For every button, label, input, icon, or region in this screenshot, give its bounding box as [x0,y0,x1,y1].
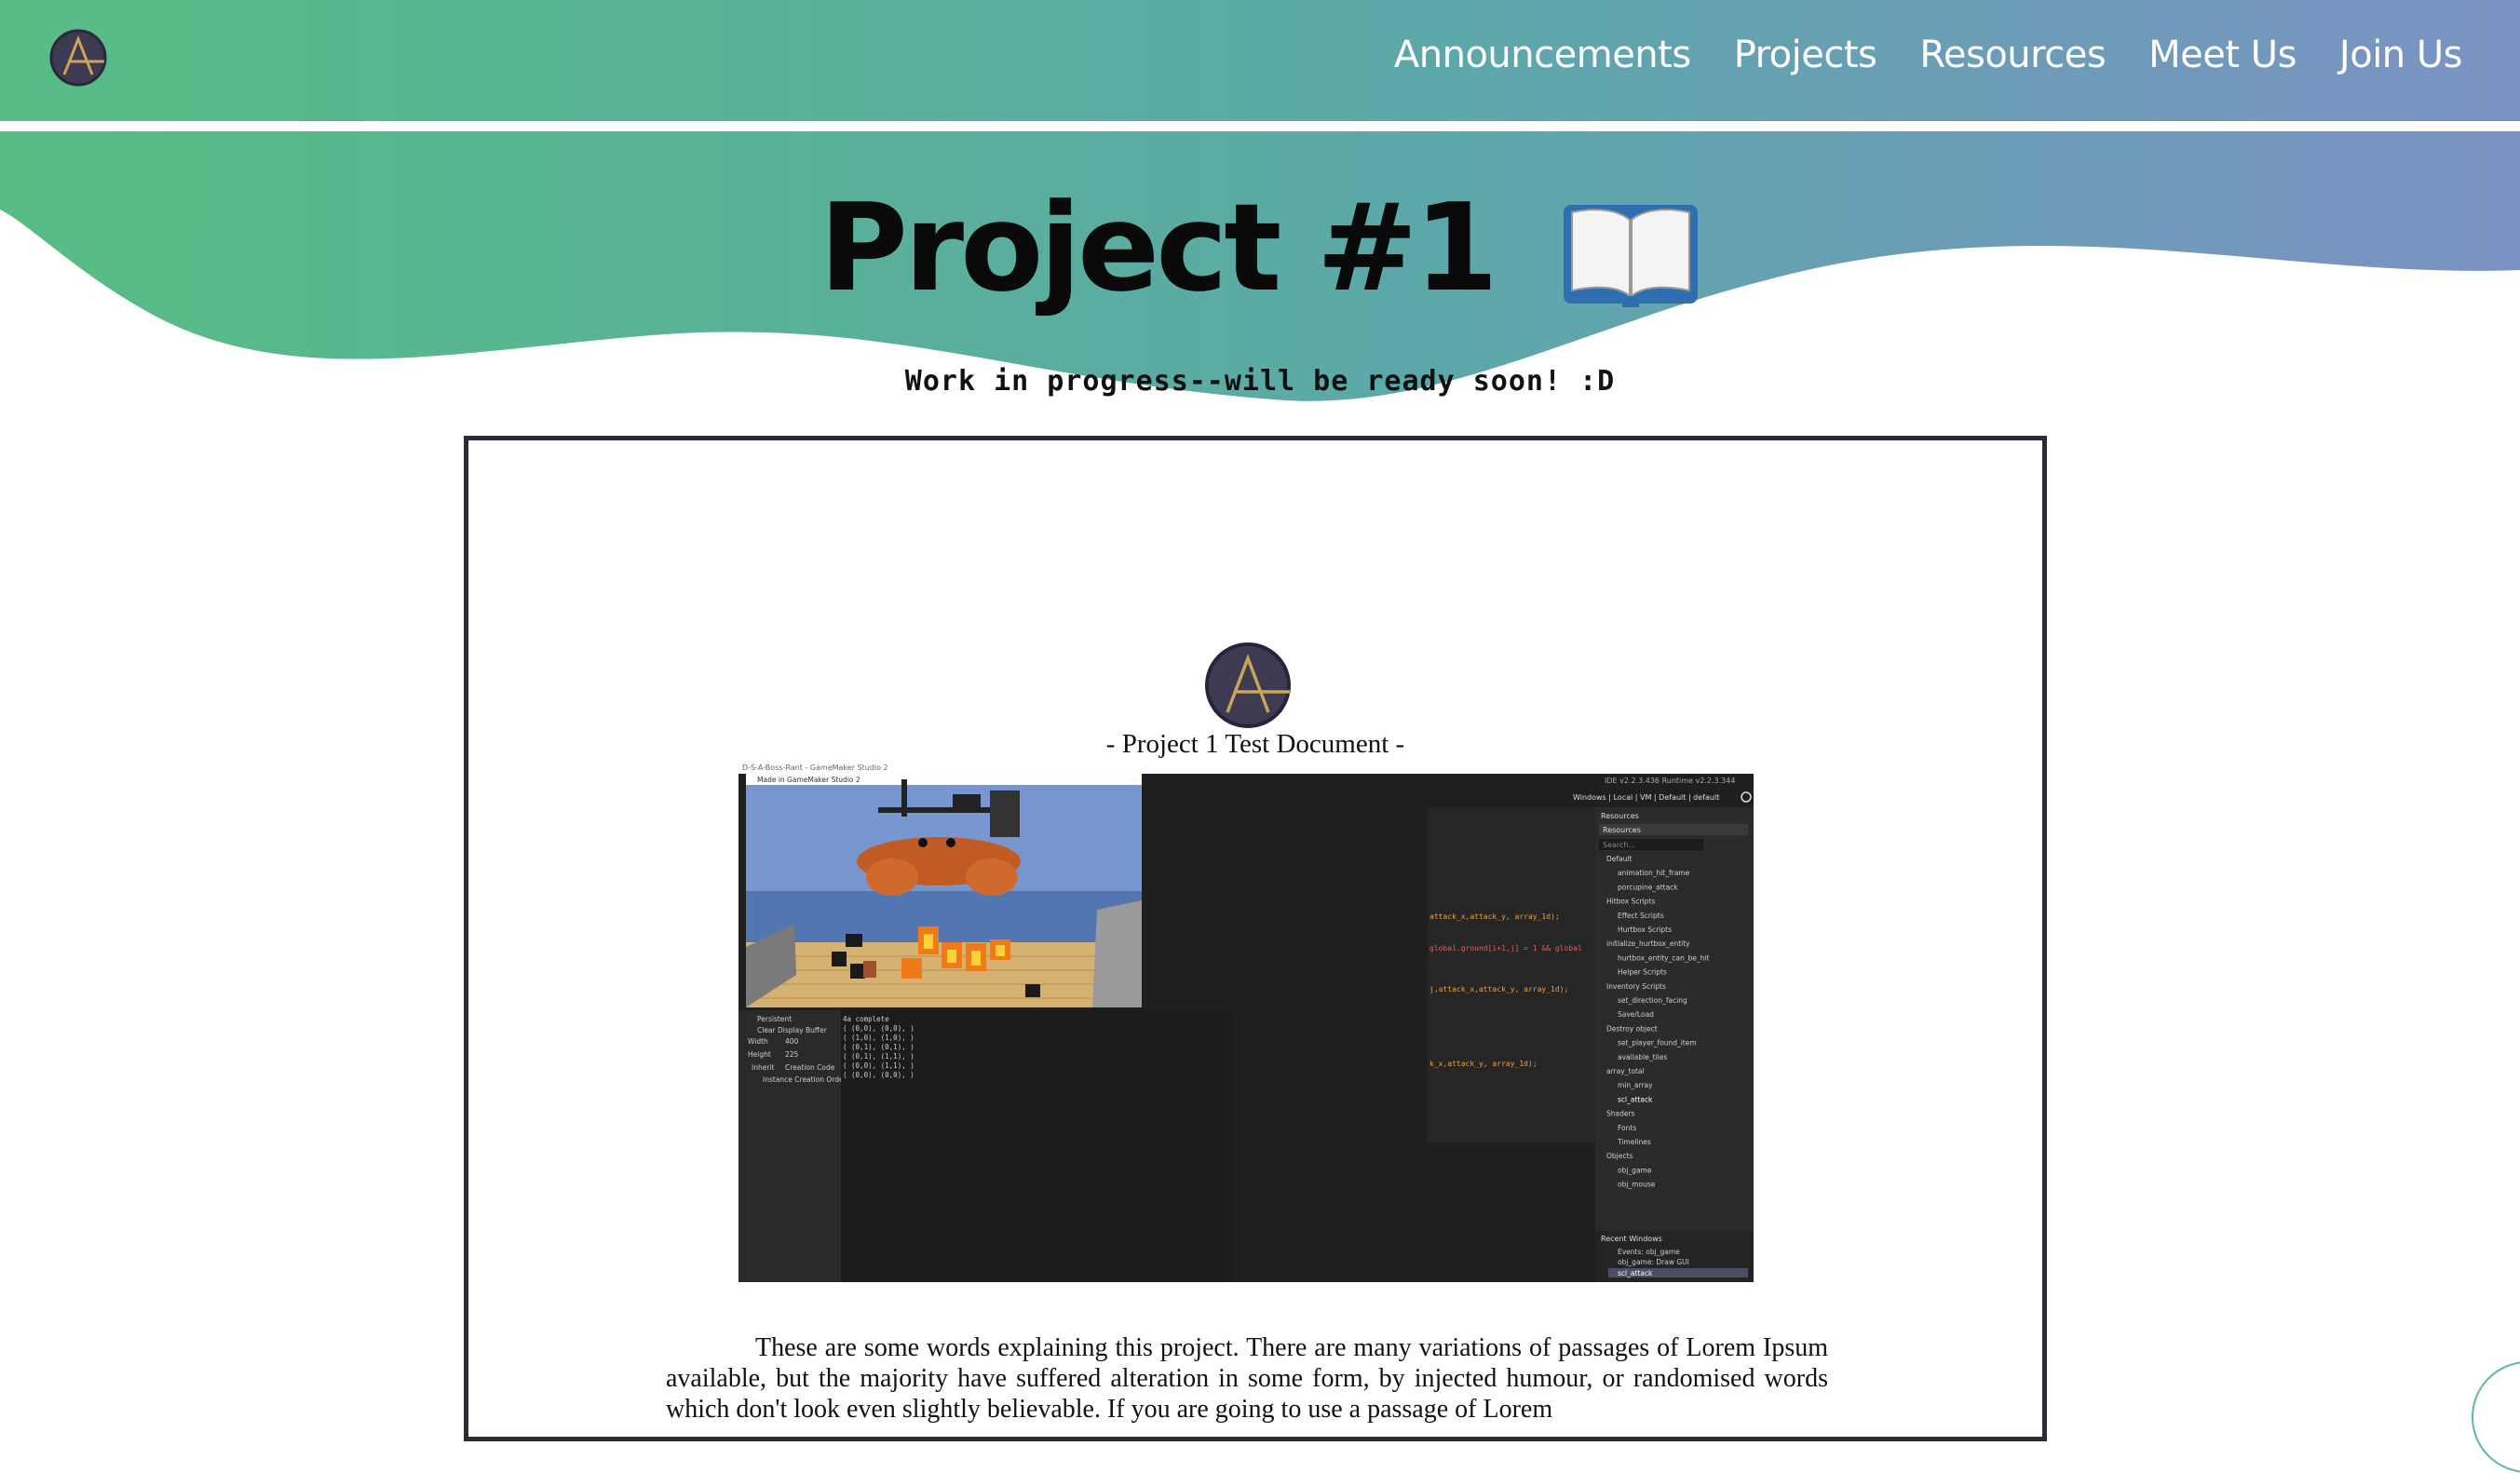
game-window-title: Made in GameMaker Studio 2 [757,776,860,784]
gamemaker-screenshot: D-S-A-Boss-Rant - GameMaker Studio 2 IDE… [738,761,1754,1282]
prop-persistent: Persistent [757,1015,792,1023]
prop-width-label: Width [748,1037,768,1046]
prop-inherit: Inherit [752,1063,775,1072]
resource-tree-item[interactable]: Destroy object [1606,1024,1658,1033]
resource-tree-item[interactable]: hurtbox_entity_can_be_hit [1618,953,1710,962]
resources-dropdown: Resources [1603,826,1641,834]
site-logo-icon[interactable] [48,28,108,88]
resource-tree-item[interactable]: available_tiles [1618,1053,1667,1061]
resource-tree-item[interactable]: obj_game [1618,1166,1652,1174]
nav-link-resources[interactable]: Resources [1919,34,2106,76]
code-line: global.ground[i+1,j] = 1 && global [1429,944,1582,953]
page-subtitle: Work in progress--will be ready soon! :D [904,365,1616,398]
resource-tree-item[interactable]: array_total [1606,1067,1645,1075]
output-line: ( (0,0), (0,0), ) [843,1071,915,1079]
resource-tree-item[interactable]: porcupine_attack [1618,883,1678,891]
resource-tree-item[interactable]: set_direction_facing [1618,996,1687,1005]
code-line: attack_x,attack_y, array_1d); [1429,912,1560,921]
output-line: ( (0,1), (0,1), ) [843,1043,915,1051]
recent-windows-label: Recent Windows [1601,1235,1662,1243]
resource-tree-item[interactable]: Default [1606,855,1632,863]
navbar: Announcements Projects Resources Meet Us… [0,0,2520,121]
resource-tree-item[interactable]: Hitbox Scripts [1606,898,1655,906]
resource-tree-item[interactable]: Hurtbox Scripts [1618,926,1672,934]
resource-tree-item[interactable]: scl_attack [1618,1095,1653,1103]
output-line: ( (1,0), (1,0), ) [843,1034,915,1042]
ide-target: Windows | Local | VM | Default | default [1573,793,1719,802]
prop-clear-buffer: Clear Display Buffer [757,1026,828,1034]
resources-tab: Resources [1601,812,1639,820]
ide-version: IDE v2.2.3.436 Runtime v2.2.3.344 [1605,777,1735,785]
output-line: 4a complete [843,1015,889,1023]
resource-tree-item[interactable]: Fonts [1618,1124,1636,1132]
document-frame: - Project 1 Test Document - D-S-A-Boss-R… [464,436,2047,1441]
page-title-text: Project #1 [819,177,1498,318]
resource-tree-item[interactable]: obj_mouse [1618,1181,1656,1189]
nav-link-meet-us[interactable]: Meet Us [2148,34,2296,76]
resource-tree-item[interactable]: Save/Load [1618,1010,1654,1019]
document-heading: - Project 1 Test Document - [1105,729,1405,759]
nav-divider [0,121,2520,131]
open-book-icon [1564,205,1699,308]
output-line: ( (0,0), (0,0), ) [843,1024,915,1033]
resource-tree-item[interactable]: Inventory Scripts [1606,982,1666,991]
resource-tree-item[interactable]: Shaders [1606,1110,1635,1118]
output-line: ( (0,0), (1,1), ) [843,1061,915,1070]
prop-width-value: 400 [785,1037,799,1046]
resource-tree-item[interactable]: Helper Scripts [1618,968,1667,977]
nav-links: Announcements Projects Resources Meet Us… [1394,34,2463,76]
resource-tree-item[interactable]: set_player_found_item [1618,1039,1697,1047]
page-title: Project #1 [0,177,2520,318]
prop-creation-code: Creation Code [785,1063,835,1072]
resource-tree-item[interactable]: Effect Scripts [1618,912,1664,920]
resource-tree-item[interactable]: initialize_hurtbox_entity [1606,939,1690,948]
code-line: j,attack_x,attack_y, array_1d); [1429,985,1568,993]
ide-window-title: D-S-A-Boss-Rant - GameMaker Studio 2 [742,764,888,772]
resource-tree-item[interactable]: min_array [1618,1081,1653,1089]
resource-search-input: Search... [1603,841,1635,849]
code-line: k_x,attack_y, array_1d); [1429,1060,1538,1068]
resource-tree-item[interactable]: animation_hit_frame [1618,869,1690,877]
resource-tree-item[interactable]: Objects [1606,1152,1633,1160]
document-body: These are some words explaining this pro… [666,1333,1828,1424]
recent-window-item: Events: obj_game [1618,1248,1680,1256]
resource-tree-item[interactable]: Timelines [1617,1138,1651,1146]
corner-decoration [2472,1361,2520,1473]
prop-height-value: 225 [785,1050,799,1059]
prop-instance-order: Instance Creation Order [763,1075,847,1084]
nav-link-join-us[interactable]: Join Us [2339,34,2463,76]
nav-link-announcements[interactable]: Announcements [1394,34,1691,76]
club-logo-icon [1205,642,1291,728]
nav-link-projects[interactable]: Projects [1734,34,1877,76]
prop-height-label: Height [748,1050,771,1059]
output-line: ( (0,1), (1,1), ) [843,1052,915,1061]
recent-window-item: obj_game: Draw GUI [1618,1258,1689,1266]
recent-window-item: scl_attack [1618,1269,1653,1277]
